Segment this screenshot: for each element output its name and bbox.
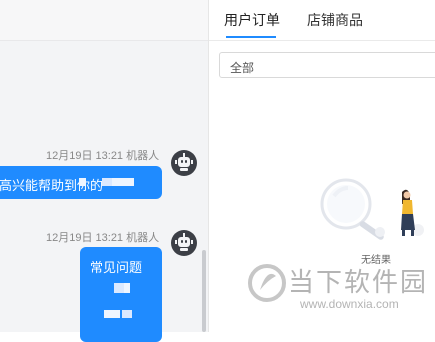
redacted-block	[79, 178, 86, 186]
message-meta: 12月19日 13:21 机器人	[46, 232, 160, 244]
watermark-text: 当下软件园	[288, 267, 429, 297]
tab-user-orders[interactable]: 用户订单	[224, 10, 280, 30]
watermark-url: www.downxia.com	[300, 297, 399, 311]
order-filter-select[interactable]: 全部	[219, 52, 435, 78]
chat-panel: 12月19日 13:21 机器人 很高兴能帮助到你的 12月19日 13:21 …	[0, 0, 208, 342]
message-text: 常见问题	[90, 260, 143, 275]
chat-header	[0, 0, 208, 41]
chat-scrollbar[interactable]	[202, 250, 206, 332]
redacted-block	[124, 283, 130, 293]
bot-avatar-icon	[171, 150, 197, 176]
redacted-block	[102, 178, 112, 186]
redacted-block	[104, 310, 120, 318]
message-bubble[interactable]: 常见问题	[80, 247, 162, 342]
redacted-block	[112, 178, 134, 186]
message-bubble[interactable]: 很高兴能帮助到你的	[0, 166, 162, 199]
tab-store-products[interactable]: 店铺商品	[307, 10, 363, 30]
message-meta: 12月19日 13:21 机器人	[46, 150, 160, 162]
panel-divider	[208, 0, 209, 332]
watermark-logo-icon	[248, 264, 286, 302]
active-tab-indicator	[226, 36, 276, 38]
empty-state-illustration	[320, 178, 424, 240]
redacted-block	[122, 310, 132, 318]
tabs-divider	[209, 40, 435, 41]
order-filter-value: 全部	[230, 61, 255, 75]
message-text: 很高兴能帮助到你的	[0, 178, 104, 193]
redacted-block	[114, 283, 124, 293]
bot-avatar-icon	[171, 230, 197, 256]
